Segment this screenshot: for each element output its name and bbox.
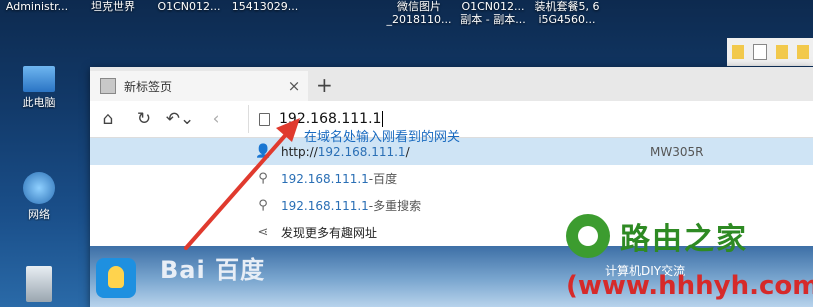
suggestion-url: 192.168.111.1 — [281, 171, 369, 186]
suggestion-suffix: / — [405, 144, 410, 159]
desktop-icon-label: 装机套餐5, 6 i5G4560... — [534, 0, 600, 26]
desktop-icon-label: 坦克世界 — [91, 0, 135, 13]
desktop-icon-label: O1CN012... 副本 - 副本... — [460, 0, 526, 26]
undo-icon[interactable]: ↶⌄ — [162, 109, 198, 129]
desktop-icon-label: 此电脑 — [22, 96, 56, 109]
desktop-icon-image-copy[interactable]: O1CN012... 副本 - 副本... — [456, 0, 530, 26]
close-tab-button[interactable]: × — [284, 77, 304, 95]
desktop-icon-image-file[interactable]: O1CN012... — [152, 0, 226, 13]
folder-icon[interactable] — [775, 45, 788, 59]
tab-title: 新标签页 — [124, 79, 173, 94]
search-icon: ⚲ — [258, 171, 268, 186]
user-icon: 👤 — [255, 144, 272, 159]
folder-icon[interactable] — [796, 45, 809, 59]
desktop-icon-tank-world[interactable]: 坦克世界 — [76, 0, 150, 13]
baidu-logo: Bai 百度 — [160, 256, 266, 284]
desktop-icon-build-package[interactable]: 装机套餐5, 6 i5G4560... — [530, 0, 604, 26]
back-icon[interactable]: ‹ — [198, 109, 234, 129]
desktop-icon-this-pc[interactable]: 此电脑 — [4, 66, 74, 109]
share-icon: ⋖ — [257, 225, 269, 240]
watermark-title: 路由之家 — [620, 222, 748, 257]
suggestion-prefix: http:// — [281, 144, 318, 159]
address-input[interactable]: 192.168.111.1 — [279, 111, 381, 127]
suggestion-url: 192.168.111.1 — [281, 198, 369, 213]
desktop-icon-label: Administr... — [5, 0, 69, 13]
folder-icon[interactable] — [731, 45, 744, 59]
suggestion-engine: 多重搜索 — [373, 199, 422, 213]
page-icon — [259, 112, 270, 126]
watermark-logo: 路由之家 — [566, 214, 748, 258]
desktop-icon-wechat-image[interactable]: 微信图片 _2018110... — [382, 0, 456, 26]
lightbulb-app-icon[interactable] — [96, 258, 136, 298]
tab-bar: 新标签页 × + — [90, 67, 813, 101]
suggestion-url: 192.168.111.1 — [317, 144, 406, 159]
desktop-icon-network[interactable]: 网络 — [4, 172, 74, 221]
router-home-logo-icon — [566, 214, 610, 258]
desktop-icon-recycle-bin[interactable] — [14, 266, 64, 306]
home-icon[interactable]: ⌂ — [90, 109, 126, 129]
desktop-icon-administrator[interactable]: Administr... — [0, 0, 74, 13]
suggestion-device-name: MW305R — [650, 144, 704, 159]
desktop-icon-label: 微信图片 _2018110... — [386, 0, 452, 26]
desktop-icon-label: 网络 — [28, 208, 50, 221]
desktop-icon-label: 15413029... — [231, 0, 299, 13]
globe-icon — [23, 172, 55, 204]
annotation-text: 在域名处输入刚看到的网关 — [304, 130, 461, 145]
watermark-url: (www.hhhyh.com) — [566, 271, 813, 301]
document-checklist-icon[interactable] — [752, 44, 767, 60]
suggestion-engine: 百度 — [373, 172, 398, 186]
folder-tray — [727, 38, 813, 66]
new-tab-button[interactable]: + — [316, 73, 333, 97]
search-icon: ⚲ — [258, 198, 268, 213]
suggestion-discover: 发现更多有趣网址 — [281, 226, 378, 240]
suggestion-row[interactable]: ⚲ 192.168.111.1 - 百度 — [90, 165, 813, 192]
refresh-icon[interactable]: ↻ — [126, 109, 162, 129]
recycle-bin-icon — [26, 266, 52, 302]
desktop-icon-image-file[interactable]: 15413029... — [228, 0, 302, 13]
page-icon — [100, 78, 116, 94]
tab-new-tab[interactable]: 新标签页 × — [90, 71, 308, 101]
desktop-icon-label: O1CN012... — [157, 0, 221, 13]
computer-icon — [23, 66, 55, 92]
text-caret — [382, 111, 384, 127]
